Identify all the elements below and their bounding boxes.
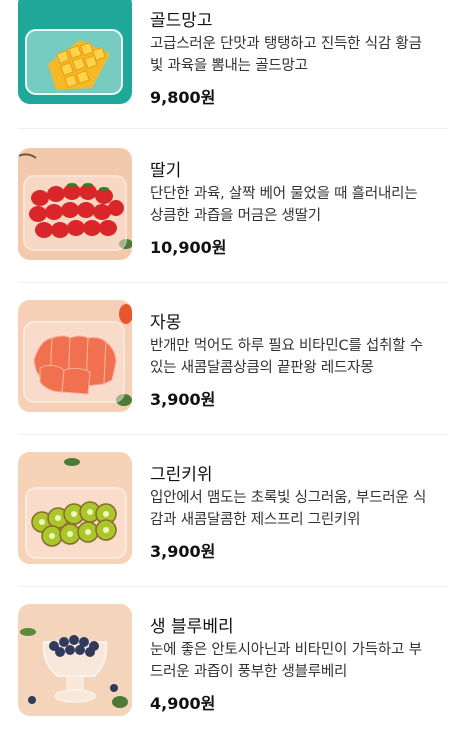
grapefruit-image: [18, 300, 132, 412]
strawberry-image: [18, 148, 132, 260]
product-item-blueberry[interactable]: 생 블루베리 눈에 좋은 안토시아닌과 비타민이 가득하고 부 드러운 과즙이 …: [0, 586, 466, 738]
description-line: 있는 새콤달콤상큼의 끝판왕 레드자몽: [150, 360, 374, 376]
description-line: 반개만 먹어도 하루 필요 비타민C를 섭취할 수: [150, 338, 423, 354]
product-item-green-kiwi[interactable]: 그린키위 입안에서 맴도는 초록빛 싱그러움, 부드러운 식 감과 새콤달콤한 …: [0, 434, 466, 586]
product-description: 고급스러운 단맛과 탱탱하고 진득한 식감 황금 빛 과육을 뽐내는 골드망고: [150, 33, 450, 77]
description-line: 빛 과육을 뽐내는 골드망고: [150, 58, 308, 74]
mango-image: [18, 0, 132, 104]
product-name: 골드망고: [150, 11, 213, 31]
product-name: 자몽: [150, 313, 182, 333]
product-name: 그린키위: [150, 465, 213, 485]
description-line: 단단한 과육, 살짝 베어 물었을 때 흘러내리는: [150, 186, 418, 202]
description-line: 감과 새콤달콤한 제스프리 그린키위: [150, 512, 361, 528]
product-image-grapefruit: [18, 300, 132, 412]
product-name: 딸기: [150, 161, 182, 181]
product-description: 입안에서 맴도는 초록빛 싱그러움, 부드러운 식 감과 새콤달콤한 제스프리 …: [150, 487, 450, 531]
product-description: 반개만 먹어도 하루 필요 비타민C를 섭취할 수 있는 새콤달콤상큼의 끝판왕…: [150, 335, 450, 379]
product-price: 3,900원: [150, 390, 216, 409]
description-line: 눈에 좋은 안토시아닌과 비타민이 가득하고 부: [150, 642, 422, 658]
product-description: 눈에 좋은 안토시아닌과 비타민이 가득하고 부 드러운 과즙이 풍부한 생블루…: [150, 639, 450, 683]
kiwi-image: [18, 452, 132, 564]
product-name: 생 블루베리: [150, 617, 234, 637]
product-item-strawberry[interactable]: 딸기 단단한 과육, 살짝 베어 물었을 때 흘러내리는 상큼한 과즙을 머금은…: [0, 130, 466, 282]
product-image-green-kiwi: [18, 452, 132, 564]
product-price: 4,900원: [150, 694, 216, 713]
description-line: 상큼한 과즙을 머금은 생딸기: [150, 208, 321, 224]
product-price: 9,800원: [150, 88, 216, 107]
product-image-strawberry: [18, 148, 132, 260]
product-image-gold-mango: [18, 0, 132, 104]
description-line: 고급스러운 단맛과 탱탱하고 진득한 식감 황금: [150, 36, 422, 52]
product-item-gold-mango[interactable]: 골드망고 고급스러운 단맛과 탱탱하고 진득한 식감 황금 빛 과육을 뽐내는 …: [0, 0, 466, 110]
description-line: 입안에서 맴도는 초록빛 싱그러움, 부드러운 식: [150, 490, 427, 506]
blueberry-image: [18, 604, 132, 716]
product-item-grapefruit[interactable]: 자몽 반개만 먹어도 하루 필요 비타민C를 섭취할 수 있는 새콤달콤상큼의 …: [0, 282, 466, 434]
product-price: 3,900원: [150, 542, 216, 561]
description-line: 드러운 과즙이 풍부한 생블루베리: [150, 664, 348, 680]
product-description: 단단한 과육, 살짝 베어 물었을 때 흘러내리는 상큼한 과즙을 머금은 생딸…: [150, 183, 450, 227]
product-image-blueberry: [18, 604, 132, 716]
divider: [18, 128, 448, 129]
product-price: 10,900원: [150, 238, 227, 257]
